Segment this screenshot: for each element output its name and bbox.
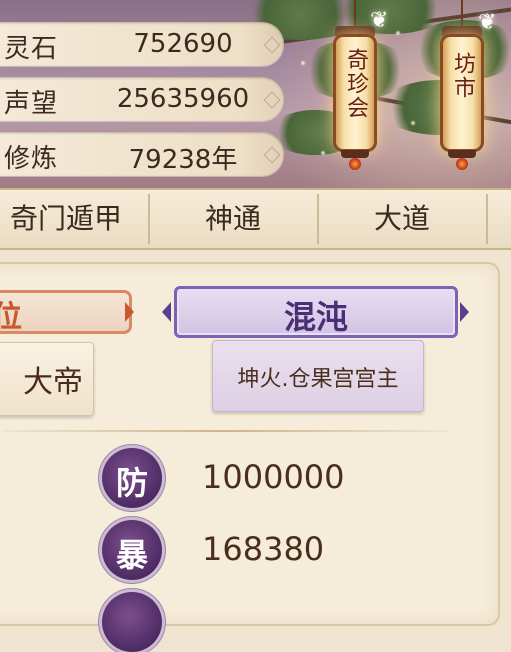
critical-icon: 暴 [102, 520, 162, 580]
lantern-tassel [349, 158, 361, 170]
stat-label: 声望 [4, 89, 59, 119]
rank-badge-arrow [162, 302, 171, 322]
sparkle [320, 150, 326, 156]
stat-value: 79238年 [128, 145, 238, 175]
rank-title-plaque-left: 大帝 [0, 342, 94, 416]
tab-divider [486, 194, 488, 244]
rank-badge-label: 混沌 [283, 298, 348, 336]
lantern-bottom [341, 150, 369, 158]
attribute-icon [102, 592, 162, 652]
stat-value: 752690 [133, 29, 233, 59]
top-banner: 灵石 752690 声望 25635960 修炼 79238年 奇珍会 ❦ 坊市… [0, 0, 511, 188]
tab-bar: 奇门遁甲 神通 大道 [0, 188, 511, 250]
tab-great-dao[interactable]: 大道 [319, 190, 485, 248]
stat-row-spirit-stones: 灵石 752690 [0, 22, 284, 66]
sparkle [300, 60, 306, 66]
rank-badge-arrow [460, 302, 469, 322]
stat-row-prestige: 声望 25635960 [0, 77, 284, 121]
rank-title: 坤火.仓果宫宫主 [237, 367, 399, 392]
attribute-value: 168380 [202, 530, 325, 568]
sparkle [395, 30, 401, 36]
section-divider [2, 430, 448, 432]
lantern-label: 坊市 [450, 52, 475, 100]
sparkle [410, 120, 416, 126]
rank-badge-label: 位 [0, 300, 22, 335]
defense-icon: 防 [102, 448, 162, 508]
attribute-value: 1000000 [202, 458, 345, 496]
stat-row-cultivation: 修炼 79238年 [0, 132, 284, 176]
butterfly-icon: ❦ [370, 8, 389, 33]
attribute-glyph: 防 [115, 464, 148, 502]
lantern-label: 奇珍会 [343, 48, 368, 120]
content-panel: 位 大帝 混沌 坤火.仓果宫宫主 防 1000000 暴 168380 [0, 262, 500, 652]
stat-label: 灵石 [4, 34, 59, 64]
lantern-tassel [456, 158, 468, 170]
lantern-bottom [448, 150, 476, 158]
rank-title-plaque-chaos: 坤火.仓果宫宫主 [212, 340, 424, 412]
rank-badge-chaos: 混沌 [174, 286, 458, 338]
rank-title: 大帝 [23, 365, 83, 400]
stat-value: 25635960 [116, 84, 250, 114]
rank-badge-left: 位 [0, 290, 132, 335]
rank-badge-arrow [125, 302, 134, 322]
stat-label: 修炼 [4, 144, 59, 174]
butterfly-icon: ❦ [478, 10, 497, 35]
tab-divine-powers[interactable]: 神通 [150, 190, 316, 248]
tab-qimen-dunjia[interactable]: 奇门遁甲 [0, 190, 140, 248]
attribute-glyph: 暴 [115, 536, 148, 574]
